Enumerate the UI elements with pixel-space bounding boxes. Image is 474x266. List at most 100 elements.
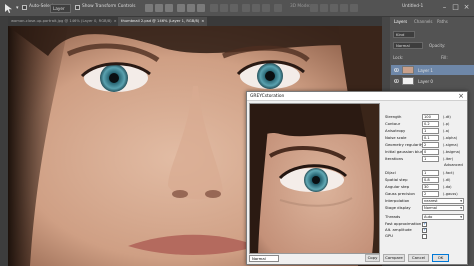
param-label: Dl/acl: [385, 170, 396, 175]
layer-row[interactable]: Layer 1: [391, 65, 474, 75]
dialog-close-icon[interactable]: ×: [458, 92, 464, 100]
alt-amplitude-checkbox[interactable]: [422, 227, 427, 233]
initial-blur-input[interactable]: 0: [422, 149, 439, 155]
tab-paths[interactable]: Paths: [437, 19, 448, 24]
3d-scale-icon[interactable]: [350, 4, 358, 12]
auto-select-value: Layer: [53, 6, 65, 11]
tab-channels[interactable]: Channels: [414, 19, 433, 24]
param-label: Iterations: [385, 156, 404, 161]
align-hcenter-icon[interactable]: [187, 4, 195, 12]
spatial-step-input[interactable]: 0.8: [422, 177, 439, 183]
fill-label: Fill:: [441, 55, 448, 60]
opacity-label: Opacity:: [429, 43, 446, 48]
3d-pan-icon[interactable]: [330, 4, 338, 12]
interpolation-dropdown[interactable]: nearest ▾: [422, 198, 464, 204]
move-tool-icon[interactable]: [3, 3, 14, 14]
dialog-title: GREYCstoration: [250, 94, 285, 99]
dialog-titlebar: GREYCstoration ×: [247, 92, 467, 101]
document-tab-1[interactable]: woman-close-up-portrait.jpg @ 146% (Laye…: [8, 17, 120, 26]
align-top-icon[interactable]: [145, 4, 153, 12]
stage-display-dropdown[interactable]: Normal ▾: [422, 205, 464, 211]
transform-controls-checkbox[interactable]: [75, 5, 80, 10]
copy-button[interactable]: Copy: [365, 254, 380, 262]
align-left-icon[interactable]: [177, 4, 185, 12]
layer-name: Layer 1: [418, 68, 433, 73]
dlacl-input[interactable]: 1: [422, 170, 439, 176]
document-tab-2[interactable]: thumbnail 2.psd @ 146% (Layer 1, RGB/8) ×: [118, 17, 208, 26]
tools-panel: [0, 17, 8, 266]
cancel-button[interactable]: Cancel: [408, 254, 429, 262]
distribute-center-icon[interactable]: [220, 4, 228, 12]
stage-display-label: Stage display: [385, 205, 411, 210]
noise-scale-input[interactable]: 0.1: [422, 135, 439, 141]
layer-thumbnail: [402, 77, 414, 85]
param-unit: (-a): [443, 129, 450, 133]
auto-select-dropdown[interactable]: Layer: [50, 4, 71, 13]
transform-controls-label: Show Transform Controls: [82, 4, 136, 9]
interpolation-label: Interpolation: [385, 198, 410, 203]
align-bottom-icon[interactable]: [165, 4, 173, 12]
maximize-icon[interactable]: □: [451, 3, 460, 12]
threads-label: Threads: [385, 214, 401, 219]
anisotropy-input[interactable]: 1: [422, 128, 439, 134]
document-tab-1-label: woman-close-up-portrait.jpg @ 146% (Laye…: [11, 19, 112, 23]
distribute-left-icon[interactable]: [242, 4, 250, 12]
iterations-input[interactable]: 1: [422, 156, 439, 162]
visibility-eye-icon[interactable]: [394, 79, 399, 83]
distribute-right-icon[interactable]: [262, 4, 270, 12]
param-label: Initial gaussian blur: [385, 149, 423, 154]
layer-thumbnail: [402, 66, 414, 74]
gpu-checkbox[interactable]: [422, 234, 427, 239]
param-label: Spatial step: [385, 177, 408, 182]
3d-roll-icon[interactable]: [320, 4, 328, 12]
param-label: Angular step: [385, 184, 410, 189]
ok-button[interactable]: OK: [432, 254, 449, 262]
geometry-regularity-input[interactable]: 2: [422, 142, 439, 148]
close-icon[interactable]: ×: [462, 3, 471, 12]
distribute-top-icon[interactable]: [210, 4, 218, 12]
auto-align-icon[interactable]: [274, 4, 282, 12]
gauss-precision-input[interactable]: 2: [422, 191, 439, 197]
strength-input[interactable]: 100: [422, 114, 439, 120]
tab-close-icon[interactable]: ×: [114, 19, 117, 23]
auto-select-checkbox[interactable]: [22, 5, 27, 10]
preview-zoom-dropdown[interactable]: Normal: [249, 255, 279, 262]
compare-button[interactable]: Compare: [383, 254, 405, 262]
3d-slide-icon[interactable]: [340, 4, 348, 12]
param-unit: (-sigma): [443, 143, 458, 147]
param-label: Contour: [385, 121, 401, 126]
preview-pane[interactable]: [249, 103, 380, 254]
tab-layers[interactable]: Layers: [394, 19, 407, 24]
distribute-bottom-icon[interactable]: [230, 4, 238, 12]
param-unit: (-fact): [443, 171, 454, 175]
param-unit: (-alpha): [443, 136, 458, 140]
align-vcenter-icon[interactable]: [155, 4, 163, 12]
interpolation-value: nearest: [424, 199, 438, 203]
visibility-eye-icon[interactable]: [394, 68, 399, 72]
contour-input[interactable]: 0.2: [422, 121, 439, 127]
param-unit: (-gauss): [443, 192, 458, 196]
options-bar: ▾ Auto-Select: Layer Show Transform Cont…: [0, 0, 474, 17]
3d-orbit-icon[interactable]: [310, 4, 318, 12]
document-tab-2-label: thumbnail 2.psd @ 146% (Layer 1, RGB/8): [121, 19, 200, 23]
blend-mode-dropdown[interactable]: Normal: [393, 42, 423, 49]
param-label: Strength: [385, 114, 402, 119]
param-label: Geometry regularity: [385, 142, 424, 147]
distribute-hcenter-icon[interactable]: [252, 4, 260, 12]
advanced-section-label: Advanced: [444, 162, 463, 167]
mode-3d-label: 3D Mode:: [290, 4, 311, 9]
preview-zoom-value: Normal: [252, 256, 266, 261]
param-unit: (-da): [443, 185, 452, 189]
align-right-icon[interactable]: [197, 4, 205, 12]
angular-step-input[interactable]: 30: [422, 184, 439, 190]
layer-name: Layer 0: [418, 79, 433, 84]
threads-dropdown[interactable]: Auto ▾: [422, 214, 464, 220]
tool-preset-arrow-icon[interactable]: ▾: [16, 5, 19, 11]
kind-dropdown[interactable]: Kind: [393, 31, 415, 38]
layer-row[interactable]: Layer 0: [391, 76, 474, 86]
minimize-icon[interactable]: –: [440, 3, 449, 12]
kind-label: Kind: [396, 32, 405, 37]
greycstoration-dialog: GREYCstoration × Strength 100 (-dt) Cont…: [246, 91, 468, 265]
tab-close-icon[interactable]: ×: [201, 19, 204, 23]
blend-mode-value: Normal: [396, 43, 410, 48]
